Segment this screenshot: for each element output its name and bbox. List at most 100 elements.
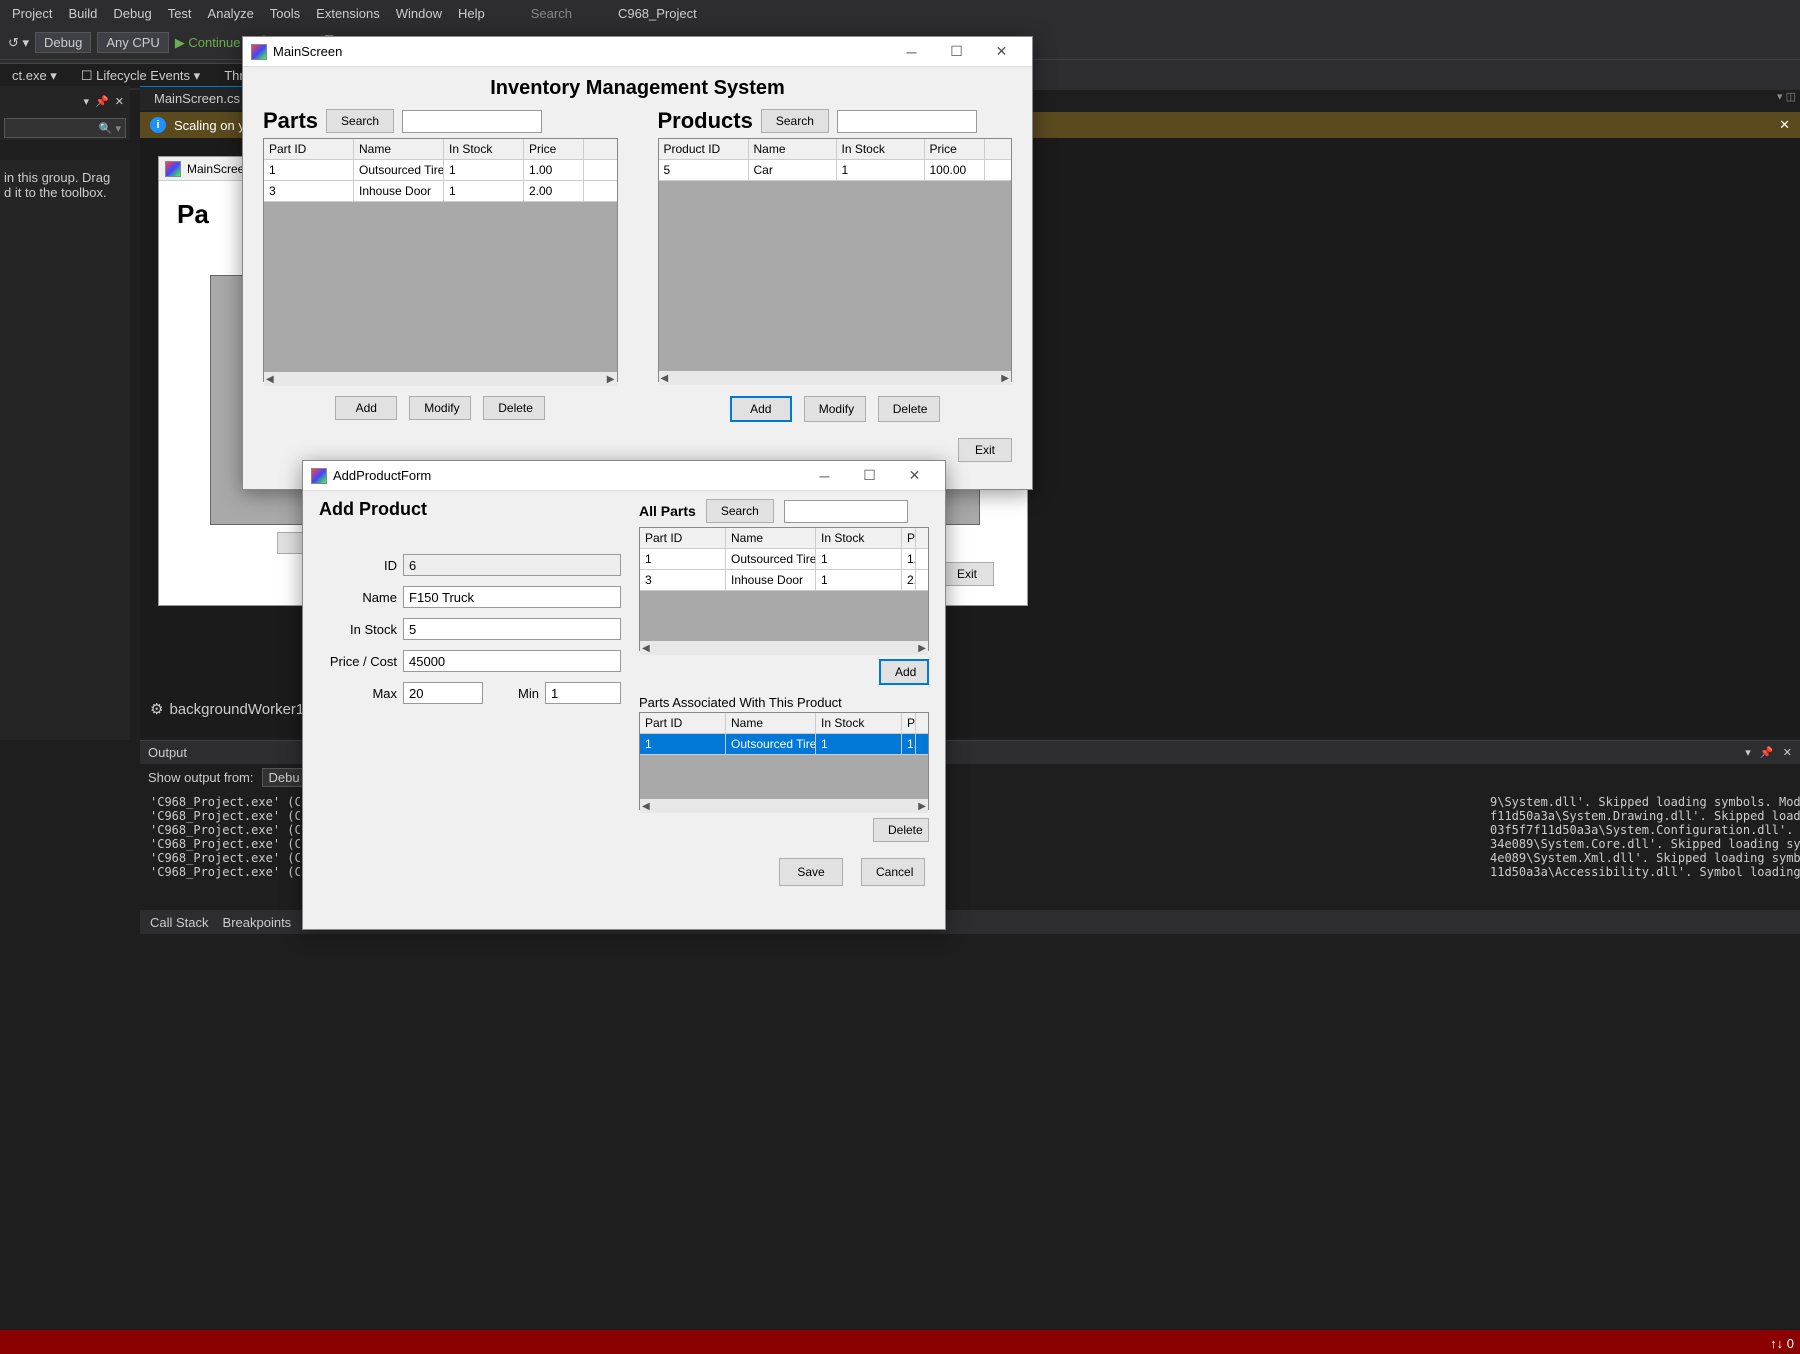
parts-grid[interactable]: Part IDNameIn StockPrice1Outsourced Tire… — [263, 138, 618, 382]
component-icon: ⚙ — [150, 700, 163, 718]
parts-search-button[interactable]: Search — [326, 109, 394, 133]
close-icon[interactable]: ✕ — [979, 38, 1024, 66]
component-tray: ⚙ backgroundWorker1 — [150, 700, 304, 718]
addproduct-form-right: All Parts Search Part IDNameIn StockP1Ou… — [639, 499, 929, 842]
addproduct-close-icon[interactable]: ✕ — [892, 462, 937, 490]
vs-search[interactable]: Search — [523, 6, 580, 21]
parts-delete-button[interactable]: Delete — [483, 396, 545, 420]
continue-button[interactable]: ▶ Continue ▾ — [175, 35, 251, 51]
parts-title: Parts — [263, 108, 318, 134]
status-bar — [0, 1330, 1800, 1354]
tab-breakpoints[interactable]: Breakpoints — [223, 915, 292, 930]
cancel-button[interactable]: Cancel — [861, 858, 925, 886]
table-row[interactable]: 5Car1100.00 — [659, 160, 1012, 181]
allparts-search-input[interactable] — [784, 500, 908, 523]
pin-icon[interactable]: 📌 — [95, 95, 109, 108]
allparts-title: All Parts — [639, 503, 696, 519]
backgroundworker-label[interactable]: backgroundWorker1 — [169, 701, 304, 718]
parts-section: Parts Search Part IDNameIn StockPrice1Ou… — [263, 108, 618, 422]
addproduct-titlebar[interactable]: AddProductForm ─ ☐ ✕ — [303, 461, 945, 491]
menu-build[interactable]: Build — [60, 6, 105, 21]
info-close-icon[interactable]: ✕ — [1779, 117, 1790, 133]
products-search-button[interactable]: Search — [761, 109, 829, 133]
menu-help[interactable]: Help — [450, 6, 493, 21]
left-search[interactable]: 🔍 ▾ — [4, 118, 126, 138]
products-grid[interactable]: Product IDNameIn StockPrice5Car1100.00◀▶ — [658, 138, 1013, 382]
maximize-icon[interactable]: ☐ — [934, 38, 979, 66]
addproduct-maximize-icon[interactable]: ☐ — [847, 462, 892, 490]
max-label: Max — [319, 686, 397, 701]
designer-exit-wrapper: Exit — [940, 562, 994, 586]
menu-test[interactable]: Test — [160, 6, 200, 21]
vs-menubar: Project Build Debug Test Analyze Tools E… — [0, 0, 1800, 26]
document-tab[interactable]: MainScreen.cs — [140, 86, 254, 110]
instock-field[interactable] — [403, 618, 621, 640]
output-title: Output — [148, 745, 187, 760]
toolbox-hint: in this group. Drag d it to the toolbox. — [0, 160, 130, 740]
table-row[interactable]: 1Outsourced Tire11.00 — [264, 160, 617, 181]
id-field — [403, 554, 621, 576]
menu-tools[interactable]: Tools — [262, 6, 308, 21]
mainscreen-titlebar[interactable]: MainScreen ─ ☐ ✕ — [243, 37, 1032, 67]
addproduct-minimize-icon[interactable]: ─ — [802, 462, 847, 490]
menu-extensions[interactable]: Extensions — [308, 6, 388, 21]
assoc-title: Parts Associated With This Product — [639, 695, 929, 710]
save-button[interactable]: Save — [779, 858, 843, 886]
addproduct-icon — [311, 468, 327, 484]
table-row[interactable]: 1Outsourced Tire11. — [640, 734, 928, 755]
parts-add-button[interactable]: Add — [335, 396, 397, 420]
products-modify-button[interactable]: Modify — [804, 396, 866, 422]
table-row[interactable]: 3Inhouse Door12.00 — [264, 181, 617, 202]
assoc-grid[interactable]: Part IDNameIn StockP1Outsourced Tire11.◀… — [639, 712, 929, 810]
close-icon[interactable]: ✕ — [115, 95, 124, 108]
products-section: Products Search Product IDNameIn StockPr… — [658, 108, 1013, 422]
main-exit-button[interactable]: Exit — [958, 438, 1012, 462]
grid-scrollbar[interactable]: ◀▶ — [640, 799, 928, 813]
products-add-button[interactable]: Add — [730, 396, 792, 422]
output-source-dropdown[interactable]: Debu — [262, 768, 307, 787]
products-title: Products — [658, 108, 753, 134]
grid-scrollbar[interactable]: ◀▶ — [640, 641, 928, 655]
minimize-icon[interactable]: ─ — [889, 38, 934, 66]
allparts-search-button[interactable]: Search — [706, 499, 774, 523]
tab-exe[interactable]: ct.exe ▾ — [0, 63, 69, 88]
price-field[interactable] — [403, 650, 621, 672]
name-field[interactable] — [403, 586, 621, 608]
min-label: Min — [489, 686, 539, 701]
menu-debug[interactable]: Debug — [105, 6, 159, 21]
menu-project[interactable]: Project — [4, 6, 60, 21]
designer-exit-button[interactable]: Exit — [940, 562, 994, 586]
instock-label: In Stock — [319, 622, 397, 637]
addproduct-window: AddProductForm ─ ☐ ✕ Add Product ID Name… — [302, 460, 946, 930]
price-label: Price / Cost — [319, 654, 397, 669]
tab-lifecycle[interactable]: ☐ Lifecycle Events ▾ — [69, 63, 212, 88]
table-row[interactable]: 1Outsourced Tire11. — [640, 549, 928, 570]
dropdown-icon[interactable]: ▾ — [84, 95, 90, 108]
status-changes: ↑↓ 0 — [1770, 1336, 1794, 1351]
output-panel-buttons[interactable]: ▾ 📌 ✕ — [1745, 746, 1792, 759]
addproduct-heading: Add Product — [319, 499, 621, 520]
products-search-input[interactable] — [837, 110, 977, 133]
allparts-add-button[interactable]: Add — [879, 659, 929, 685]
tab-callstack[interactable]: Call Stack — [150, 915, 209, 930]
addproduct-title: AddProductForm — [333, 468, 802, 483]
parts-modify-button[interactable]: Modify — [409, 396, 471, 420]
allparts-grid[interactable]: Part IDNameIn StockP1Outsourced Tire11.3… — [639, 527, 929, 651]
info-text: Scaling on y — [174, 118, 245, 133]
grid-scrollbar[interactable]: ◀▶ — [659, 371, 1012, 385]
menu-analyze[interactable]: Analyze — [200, 6, 262, 21]
max-field[interactable] — [403, 682, 483, 704]
table-row[interactable]: 3Inhouse Door12. — [640, 570, 928, 591]
menu-window[interactable]: Window — [388, 6, 450, 21]
mainscreen-window: MainScreen ─ ☐ ✕ Inventory Management Sy… — [242, 36, 1033, 490]
mainscreen-title: MainScreen — [273, 44, 889, 59]
right-gutter-icons[interactable]: ▾ ◫ — [1777, 90, 1796, 103]
config-anycpu[interactable]: Any CPU — [97, 32, 168, 53]
history-icon[interactable]: ↺ ▾ — [8, 35, 29, 51]
products-delete-button[interactable]: Delete — [878, 396, 940, 422]
assoc-delete-button[interactable]: Delete — [873, 818, 929, 842]
min-field[interactable] — [545, 682, 621, 704]
config-debug[interactable]: Debug — [35, 32, 91, 53]
parts-search-input[interactable] — [402, 110, 542, 133]
grid-scrollbar[interactable]: ◀▶ — [264, 372, 617, 386]
